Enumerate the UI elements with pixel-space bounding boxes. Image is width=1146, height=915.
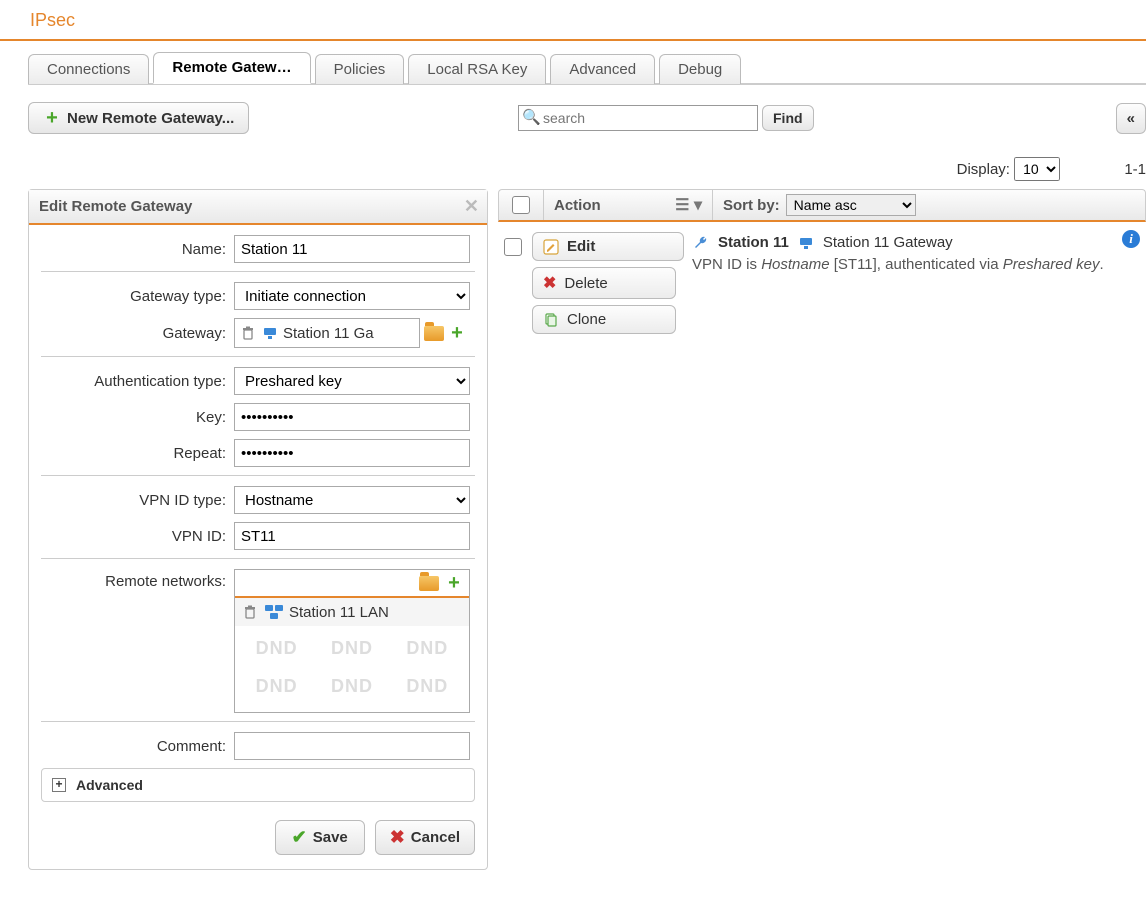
name-input[interactable] [234, 235, 470, 263]
vpnid-input[interactable] [234, 522, 470, 550]
dnd-placeholder: DND [246, 632, 308, 670]
item-name: Station 11 [718, 232, 789, 254]
new-remote-gateway-label: New Remote Gateway... [67, 110, 234, 127]
item-description: VPN ID is Hostname [ST11], authenticated… [692, 254, 1140, 276]
vpnid-type-select[interactable]: Hostname [234, 486, 470, 514]
network-item[interactable]: Station 11 LAN [235, 598, 469, 626]
sort-by-select[interactable]: Name asc [786, 194, 916, 216]
search-input[interactable] [518, 105, 758, 131]
check-icon: ✔ [292, 827, 307, 848]
edit-button[interactable]: Edit [532, 232, 684, 261]
comment-input[interactable] [234, 732, 470, 760]
auth-type-label: Authentication type: [41, 373, 234, 390]
display-range: 1-1 [1124, 161, 1146, 178]
dnd-dropzone[interactable]: DND DND DND DND DND DND [235, 626, 469, 712]
gateway-type-label: Gateway type: [41, 288, 234, 305]
advanced-label: Advanced [76, 777, 143, 793]
select-all-checkbox[interactable] [512, 196, 530, 214]
display-label: Display: [957, 161, 1010, 178]
new-remote-gateway-button[interactable]: + New Remote Gateway... [28, 102, 249, 134]
advanced-toggle[interactable]: + Advanced [41, 768, 475, 802]
tab-local-rsa-key[interactable]: Local RSA Key [408, 54, 546, 84]
host-icon [261, 324, 279, 342]
tab-advanced[interactable]: Advanced [550, 54, 655, 84]
folder-icon[interactable] [424, 326, 444, 341]
remote-networks-label: Remote networks: [41, 569, 234, 590]
gateway-label: Gateway: [41, 325, 234, 342]
plus-icon: + [43, 109, 61, 127]
expand-icon: + [52, 778, 66, 792]
dnd-placeholder: DND [396, 670, 458, 708]
save-button[interactable]: ✔ Save [275, 820, 365, 855]
cancel-button[interactable]: ✖ Cancel [375, 820, 475, 855]
host-icon [797, 234, 815, 252]
trash-icon[interactable] [239, 324, 257, 342]
tab-bar: Connections Remote Gatew… Policies Local… [28, 51, 1146, 85]
tab-connections[interactable]: Connections [28, 54, 149, 84]
wrench-icon [692, 234, 710, 252]
action-header-label: Action [554, 197, 601, 214]
folder-icon[interactable] [419, 576, 439, 591]
close-icon[interactable]: ✕ [464, 196, 479, 217]
name-label: Name: [41, 241, 234, 258]
repeat-label: Repeat: [41, 445, 234, 462]
gateway-object[interactable]: Station 11 Ga [234, 318, 420, 348]
dnd-placeholder: DND [321, 670, 383, 708]
page-title: IPsec [0, 0, 1146, 41]
vpnid-label: VPN ID: [41, 528, 234, 545]
find-button[interactable]: Find [762, 105, 814, 131]
pager-prev-button[interactable]: « [1116, 103, 1146, 134]
tab-policies[interactable]: Policies [315, 54, 405, 84]
panel-title-label: Edit Remote Gateway [39, 198, 192, 215]
key-label: Key: [41, 409, 234, 426]
repeat-input[interactable] [234, 439, 470, 467]
delete-icon: ✖ [543, 273, 556, 293]
edit-label: Edit [567, 238, 595, 255]
find-label: Find [773, 110, 803, 126]
vpnid-type-label: VPN ID type: [41, 492, 234, 509]
list-header: Action ☰ ▾ Sort by: Name asc [498, 189, 1146, 222]
list-row: Edit ✖ Delete Clone [498, 228, 1146, 334]
trash-icon[interactable] [241, 603, 259, 621]
row-checkbox[interactable] [504, 238, 522, 256]
gateway-object-name: Station 11 Ga [283, 325, 374, 342]
chevron-left-icon: « [1127, 110, 1135, 127]
edit-remote-gateway-panel: Edit Remote Gateway ✕ Name: Gateway type… [28, 189, 488, 870]
network-icon [265, 603, 283, 621]
comment-label: Comment: [41, 738, 234, 755]
info-icon[interactable]: i [1122, 230, 1140, 248]
auth-type-select[interactable]: Preshared key [234, 367, 470, 395]
clone-label: Clone [567, 311, 606, 328]
add-icon[interactable]: + [448, 324, 466, 342]
sort-by-label: Sort by: [723, 197, 780, 214]
key-input[interactable] [234, 403, 470, 431]
dnd-placeholder: DND [321, 632, 383, 670]
clone-icon [543, 312, 559, 328]
list-view-icon[interactable]: ☰ ▾ [675, 195, 702, 215]
remote-networks-box: + Station 11 LAN [234, 569, 470, 713]
dnd-placeholder: DND [246, 670, 308, 708]
gateway-type-select[interactable]: Initiate connection [234, 282, 470, 310]
save-label: Save [313, 829, 348, 846]
delete-button[interactable]: ✖ Delete [532, 267, 676, 299]
edit-icon [543, 239, 559, 255]
cross-icon: ✖ [390, 827, 405, 848]
dnd-placeholder: DND [396, 632, 458, 670]
search-icon: 🔍 [522, 108, 541, 126]
item-host: Station 11 Gateway [823, 232, 953, 254]
tab-debug[interactable]: Debug [659, 54, 741, 84]
tab-remote-gateways[interactable]: Remote Gatew… [153, 52, 310, 84]
delete-label: Delete [564, 275, 607, 292]
display-count-select[interactable]: 10 [1014, 157, 1060, 181]
add-icon[interactable]: + [445, 574, 463, 592]
clone-button[interactable]: Clone [532, 305, 676, 334]
cancel-label: Cancel [411, 829, 460, 846]
network-item-name: Station 11 LAN [289, 604, 389, 621]
